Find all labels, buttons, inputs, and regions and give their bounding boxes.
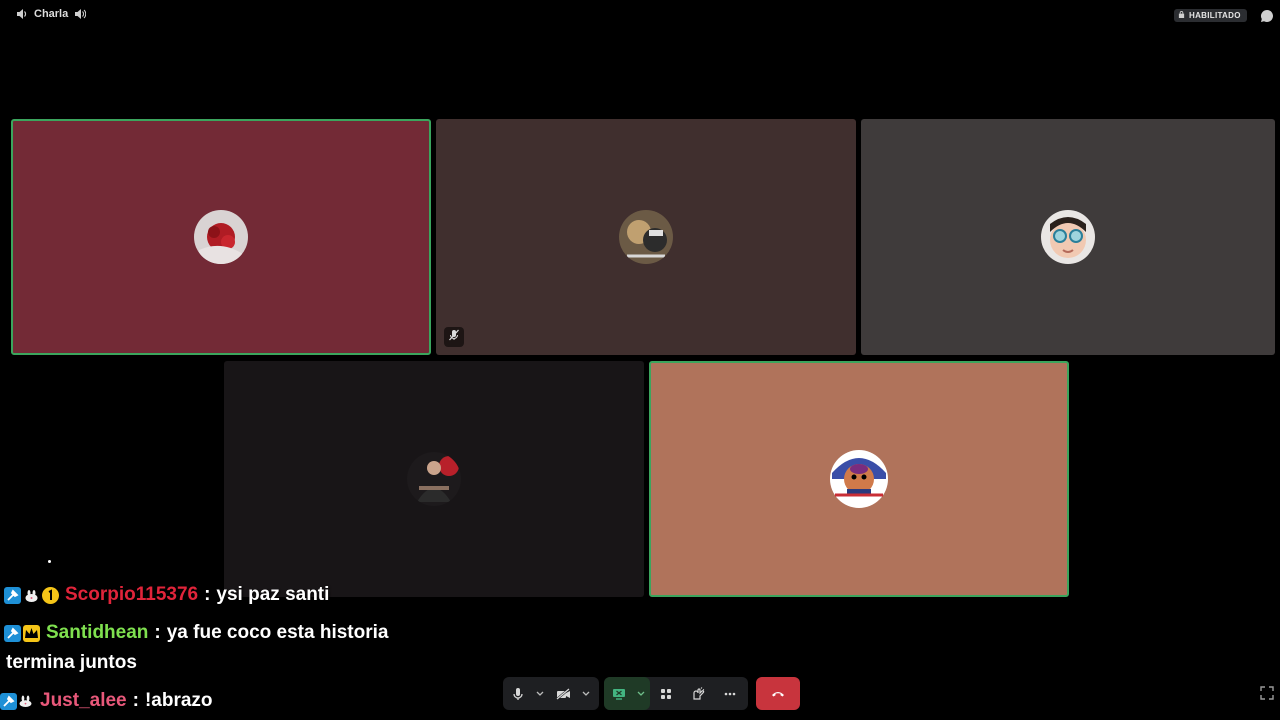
more-options-button[interactable]: [714, 677, 746, 710]
chat-text: ysi paz santi: [216, 584, 330, 605]
chat-text: termina juntos: [6, 652, 137, 673]
badge-group: [4, 586, 59, 604]
enabled-badge-label: HABILITADO: [1189, 11, 1241, 20]
decorative-dot: [48, 560, 51, 563]
microphone-icon: [512, 687, 524, 701]
chat-message: Scorpio115376 : ysi paz santi: [4, 580, 329, 610]
chat-username: Santidhean: [46, 622, 149, 643]
crown-icon: [23, 624, 40, 642]
chevron-down-icon: [536, 691, 544, 697]
microphone-options-button[interactable]: [533, 677, 547, 710]
bunny-icon: [23, 587, 40, 604]
chevron-down-icon: [582, 691, 590, 697]
screen-share-options-button[interactable]: [634, 677, 648, 710]
microphone-button[interactable]: [503, 677, 533, 710]
mod-icon: [4, 586, 21, 604]
camera-off-icon: [555, 687, 571, 700]
chat-separator: :: [132, 690, 139, 711]
participant-tile-1[interactable]: [11, 119, 431, 355]
lock-icon: [1178, 11, 1185, 20]
voice-channel-icon: [16, 8, 28, 20]
disconnect-button[interactable]: [756, 677, 800, 710]
chat-username: Just_alee: [40, 690, 127, 711]
speaker-icon[interactable]: [74, 8, 87, 20]
screen-share-icon: [612, 688, 626, 700]
hangup-icon: [771, 685, 785, 703]
chat-separator: :: [204, 584, 211, 605]
screen-share-button[interactable]: [604, 677, 634, 710]
camera-button[interactable]: [547, 677, 579, 710]
chevron-down-icon: [637, 691, 645, 697]
top-bar: Charla HABILITADO: [0, 0, 1280, 30]
soundboard-icon: [691, 686, 705, 701]
chat-text: ya fue coco esta historia: [166, 622, 389, 643]
activities-button[interactable]: [650, 677, 682, 710]
badge-group: [4, 624, 40, 642]
chat-message-continuation: termina juntos: [6, 648, 137, 678]
activity-controls: [604, 677, 748, 710]
avatar: [829, 449, 889, 509]
soundboard-button[interactable]: [682, 677, 714, 710]
mod-icon: [0, 692, 17, 710]
activities-icon: [660, 688, 672, 700]
camera-options-button[interactable]: [579, 677, 593, 710]
audio-video-controls: [503, 677, 599, 710]
participant-tile-5[interactable]: [649, 361, 1069, 597]
channel-header[interactable]: Charla: [16, 8, 87, 20]
mod-icon: [4, 624, 21, 642]
chat-text: !abrazo: [144, 690, 213, 711]
screen-share-group: [604, 677, 650, 710]
chat-bubble-icon[interactable]: [1260, 9, 1274, 28]
participant-tile-4[interactable]: [224, 361, 644, 597]
chat-username: Scorpio115376: [65, 584, 199, 605]
bunny-icon: [17, 693, 34, 710]
avatar: [619, 210, 673, 264]
fullscreen-button[interactable]: [1260, 686, 1274, 705]
chat-message: Just_alee : !abrazo: [0, 686, 213, 716]
participant-tile-3[interactable]: [861, 119, 1275, 355]
sub-1-icon: [42, 586, 59, 604]
more-icon: [724, 692, 736, 696]
chat-message: Santidhean : ya fue coco esta historia: [4, 618, 388, 648]
badge-group: [0, 692, 34, 710]
participant-tile-2[interactable]: [436, 119, 856, 355]
avatar: [407, 452, 461, 506]
chat-separator: :: [154, 622, 161, 643]
muted-badge: [444, 327, 464, 347]
enabled-badge[interactable]: HABILITADO: [1174, 9, 1247, 22]
avatar: [1041, 210, 1095, 264]
mic-muted-icon: [448, 328, 460, 346]
avatar: [194, 210, 248, 264]
fullscreen-icon: [1260, 686, 1274, 704]
channel-name: Charla: [34, 8, 69, 20]
